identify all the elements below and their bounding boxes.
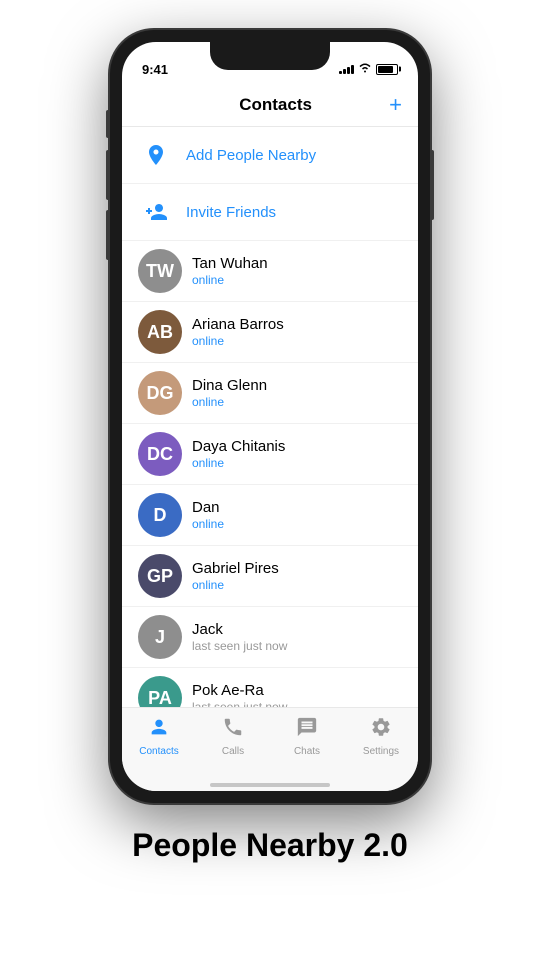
tab-calls[interactable]: Calls: [203, 716, 263, 757]
nav-bar: Contacts +: [122, 86, 418, 127]
contact-item[interactable]: DG Dina Glennonline: [122, 363, 418, 424]
invite-friends-button[interactable]: Invite Friends: [122, 184, 418, 241]
contact-status: last seen just now: [192, 700, 287, 707]
contact-item[interactable]: J Jacklast seen just now: [122, 607, 418, 668]
avatar: PA: [138, 676, 182, 707]
contact-name: Pok Ae-Ra: [192, 682, 287, 699]
contact-info: Dina Glennonline: [192, 377, 267, 409]
chat-icon: [296, 716, 318, 744]
contact-name: Gabriel Pires: [192, 560, 279, 577]
power-button: [430, 150, 434, 220]
phone-icon: [222, 716, 244, 744]
contact-status: online: [192, 395, 267, 409]
tab-chats[interactable]: Chats: [277, 716, 337, 757]
contact-info: Jacklast seen just now: [192, 621, 287, 653]
gear-icon: [370, 716, 392, 744]
contact-name: Ariana Barros: [192, 316, 284, 333]
battery-icon: [376, 64, 398, 75]
phone-frame: 9:41: [110, 30, 430, 803]
page-title-section: People Nearby 2.0: [132, 827, 408, 894]
contact-status: online: [192, 456, 285, 470]
avatar: AB: [138, 310, 182, 354]
contact-name: Dina Glenn: [192, 377, 267, 394]
contact-item[interactable]: GP Gabriel Piresonline: [122, 546, 418, 607]
contact-info: Pok Ae-Ralast seen just now: [192, 682, 287, 707]
tab-settings-label: Settings: [363, 746, 399, 757]
wifi-icon: [358, 62, 372, 76]
contact-status: online: [192, 578, 279, 592]
contact-name: Daya Chitanis: [192, 438, 285, 455]
contact-info: Danonline: [192, 499, 224, 531]
page-title: People Nearby 2.0: [132, 827, 408, 863]
location-pin-icon: [138, 137, 174, 173]
contact-item[interactable]: TW Tan Wuhanonline: [122, 241, 418, 302]
contact-status: last seen just now: [192, 639, 287, 653]
avatar: D: [138, 493, 182, 537]
avatar: DG: [138, 371, 182, 415]
volume-up-button: [106, 150, 110, 200]
avatar: J: [138, 615, 182, 659]
invite-friends-label: Invite Friends: [186, 204, 276, 221]
status-icons: [339, 62, 398, 76]
tab-contacts-label: Contacts: [139, 746, 178, 757]
signal-bars-icon: [339, 64, 354, 74]
tab-chats-label: Chats: [294, 746, 320, 757]
contact-name: Dan: [192, 499, 224, 516]
contact-item[interactable]: PA Pok Ae-Ralast seen just now: [122, 668, 418, 707]
add-contact-button[interactable]: +: [389, 92, 402, 118]
contact-status: online: [192, 334, 284, 348]
notch: [210, 42, 330, 70]
volume-down-button: [106, 210, 110, 260]
avatar: DC: [138, 432, 182, 476]
tab-contacts[interactable]: Contacts: [129, 716, 189, 757]
contacts-container: TWTan WuhanonlineABAriana BarrosonlineDG…: [122, 241, 418, 707]
contact-name: Tan Wuhan: [192, 255, 268, 272]
phone-screen: 9:41: [122, 42, 418, 791]
contact-item[interactable]: AB Ariana Barrosonline: [122, 302, 418, 363]
avatar: GP: [138, 554, 182, 598]
person-add-icon: [138, 194, 174, 230]
status-time: 9:41: [142, 62, 168, 77]
contact-info: Daya Chitanisonline: [192, 438, 285, 470]
contact-status: online: [192, 273, 268, 287]
contact-item[interactable]: D Danonline: [122, 485, 418, 546]
contact-info: Gabriel Piresonline: [192, 560, 279, 592]
tab-bar: Contacts Calls Cha: [122, 707, 418, 777]
add-people-nearby-button[interactable]: Add People Nearby: [122, 127, 418, 184]
mute-button: [106, 110, 110, 138]
contact-info: Ariana Barrosonline: [192, 316, 284, 348]
add-people-nearby-label: Add People Nearby: [186, 147, 316, 164]
contact-status: online: [192, 517, 224, 531]
home-indicator: [122, 777, 418, 791]
contact-info: Tan Wuhanonline: [192, 255, 268, 287]
contact-list: Add People Nearby Invite Friends TW Tan W…: [122, 127, 418, 707]
tab-calls-label: Calls: [222, 746, 244, 757]
contact-name: Jack: [192, 621, 287, 638]
tab-settings[interactable]: Settings: [351, 716, 411, 757]
avatar: TW: [138, 249, 182, 293]
contact-item[interactable]: DC Daya Chitanisonline: [122, 424, 418, 485]
nav-title: Contacts: [239, 95, 312, 115]
person-icon: [148, 716, 170, 744]
